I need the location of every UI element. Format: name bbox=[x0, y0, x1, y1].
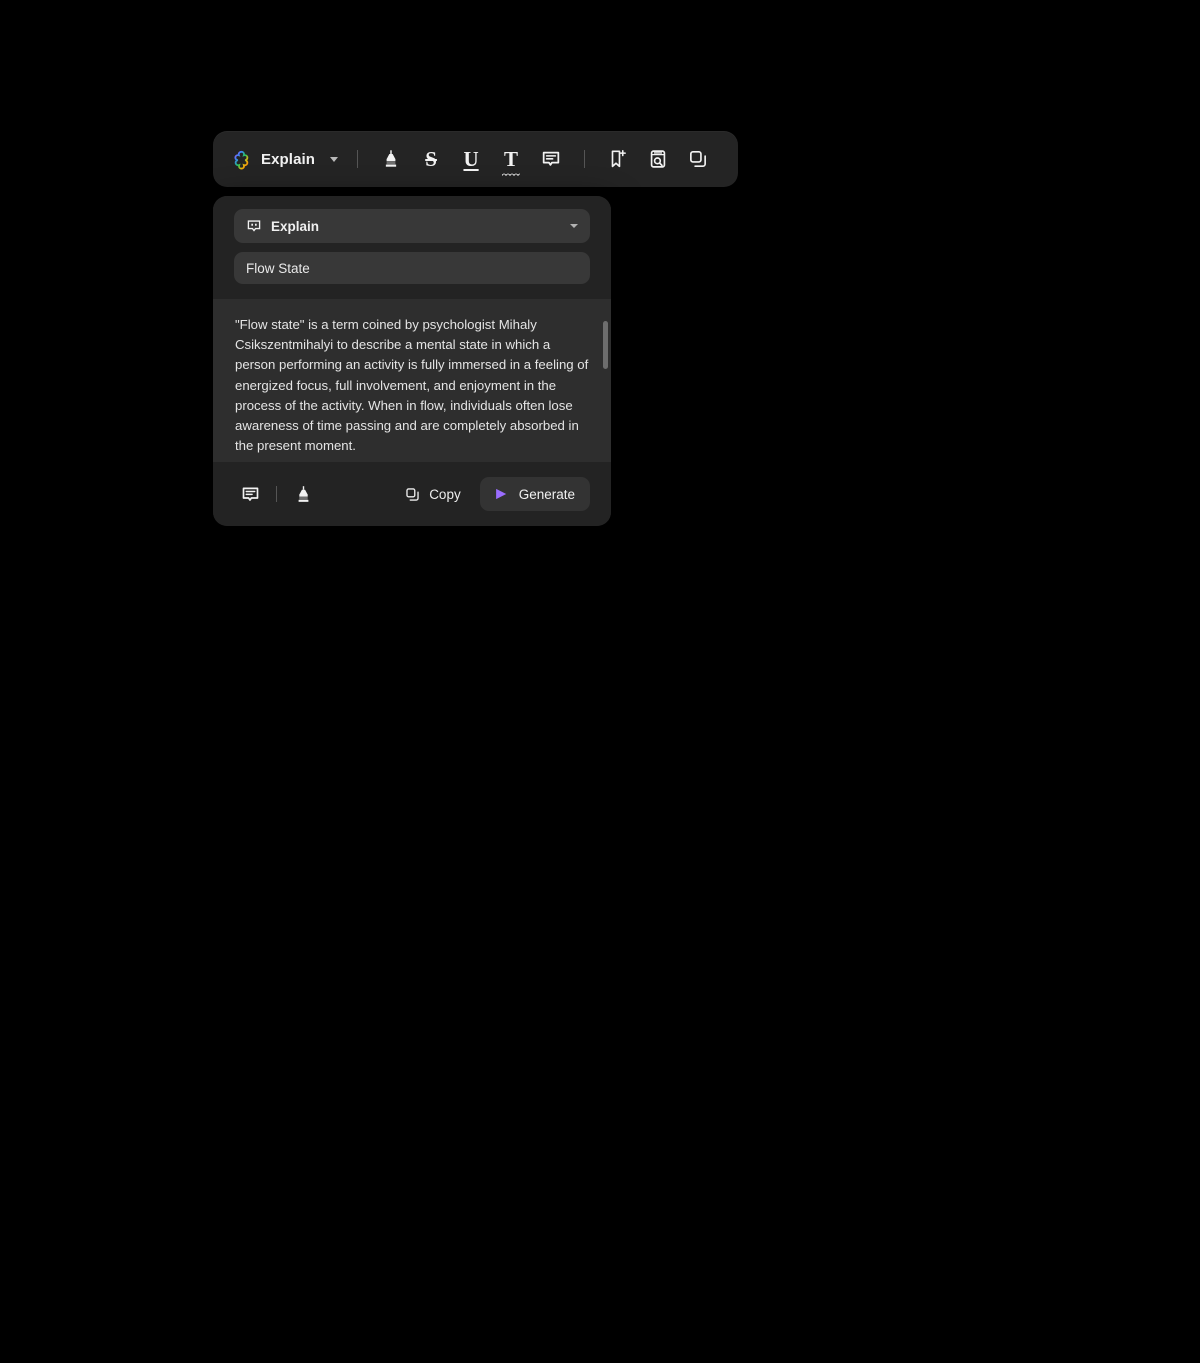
panel-controls: Explain Flow State bbox=[213, 196, 611, 299]
mode-select-value: Explain bbox=[271, 218, 320, 234]
copy-icon bbox=[404, 486, 421, 503]
copy-icon bbox=[687, 148, 709, 170]
bookmark-add-button[interactable] bbox=[598, 140, 638, 178]
result-text: "Flow state" is a term coined by psychol… bbox=[235, 317, 589, 454]
toolbar-divider-2 bbox=[584, 150, 586, 168]
highlight-button[interactable] bbox=[371, 140, 411, 178]
topic-input[interactable]: Flow State bbox=[234, 252, 590, 284]
mode-select-dropdown[interactable]: Explain bbox=[234, 209, 590, 243]
brand-mode-dropdown[interactable]: Explain bbox=[227, 145, 344, 174]
comment-icon bbox=[240, 484, 261, 505]
generate-button[interactable]: Generate bbox=[479, 477, 590, 511]
comment-dots-icon bbox=[246, 218, 262, 234]
copy-button[interactable] bbox=[678, 140, 718, 178]
copy-result-button[interactable]: Copy bbox=[393, 479, 472, 510]
underline-icon: U bbox=[463, 146, 479, 171]
explain-panel: Explain Flow State "Flow state" is a ter… bbox=[213, 196, 611, 526]
brand-label: Explain bbox=[261, 150, 316, 168]
toolbar-divider-1 bbox=[357, 150, 359, 168]
highlighter-icon bbox=[380, 148, 402, 170]
underline-button[interactable]: U bbox=[451, 140, 491, 178]
result-area: "Flow state" is a term coined by psychol… bbox=[213, 299, 611, 462]
result-scrollbar[interactable] bbox=[603, 299, 608, 462]
search-document-button[interactable] bbox=[638, 140, 678, 178]
book-search-icon bbox=[647, 148, 669, 170]
result-scrollbar-thumb[interactable] bbox=[603, 321, 608, 369]
clover-logo-icon bbox=[231, 149, 252, 170]
generate-label: Generate bbox=[518, 486, 575, 502]
play-triangle-icon bbox=[492, 485, 510, 503]
formatting-toolbar: Explain S U T bbox=[213, 131, 738, 187]
footer-divider bbox=[276, 486, 277, 502]
footer-comment-button[interactable] bbox=[234, 478, 266, 510]
spelling-t-icon: T bbox=[502, 146, 521, 176]
strikethrough-button[interactable]: S bbox=[411, 140, 451, 178]
comment-button[interactable] bbox=[531, 140, 571, 178]
bookmark-add-icon bbox=[607, 148, 629, 170]
chevron-down-icon bbox=[330, 156, 339, 162]
text-format-button[interactable]: T bbox=[491, 140, 531, 178]
chevron-down-icon bbox=[570, 224, 578, 228]
highlighter-icon bbox=[293, 484, 314, 505]
topic-input-value: Flow State bbox=[246, 260, 310, 276]
footer-highlight-button[interactable] bbox=[287, 478, 319, 510]
panel-footer: Copy Generate bbox=[213, 462, 611, 526]
comment-icon bbox=[540, 148, 562, 170]
strikethrough-icon: S bbox=[425, 146, 437, 171]
copy-label: Copy bbox=[429, 486, 461, 502]
